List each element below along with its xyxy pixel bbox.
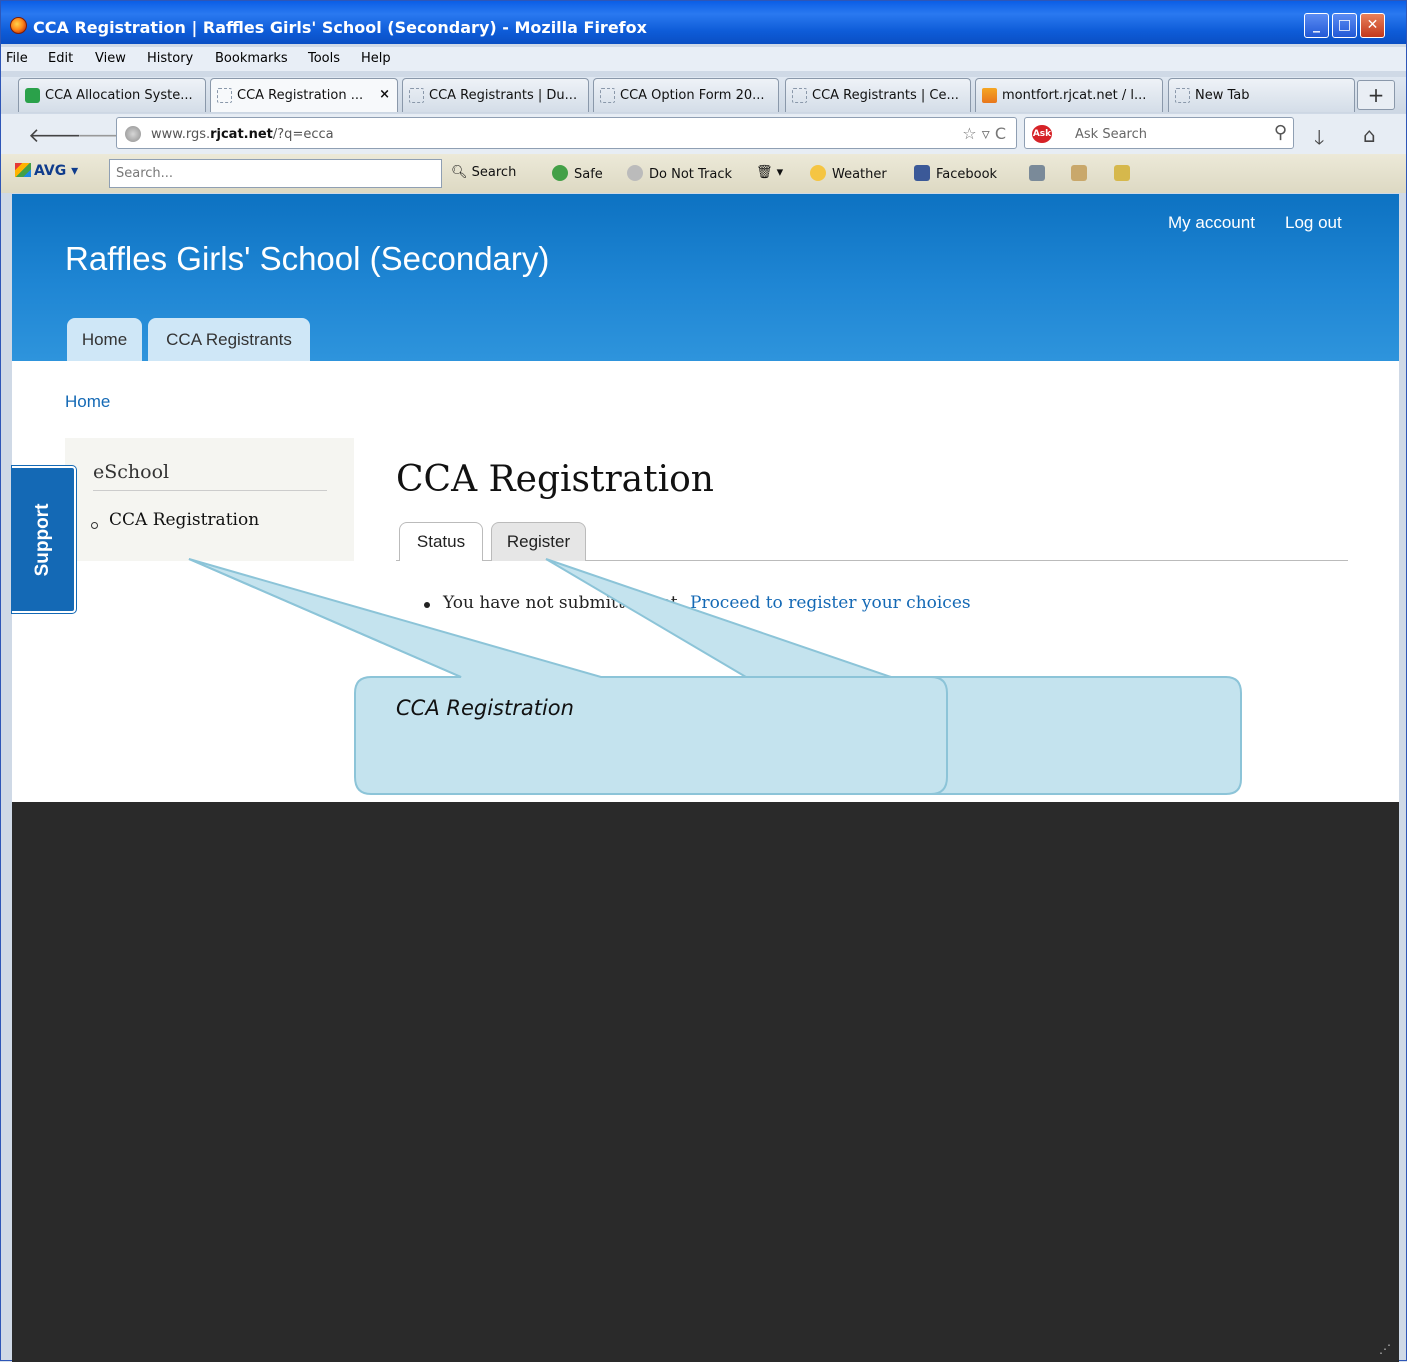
facebook-icon bbox=[914, 165, 930, 181]
download-icon[interactable]: 🡓 bbox=[1314, 123, 1324, 157]
dropdown-icon[interactable]: ▿ bbox=[982, 124, 990, 143]
weather-button[interactable]: Weather bbox=[810, 165, 887, 182]
log-out-link[interactable]: Log out bbox=[1285, 213, 1342, 233]
blank-page-icon bbox=[409, 88, 424, 103]
tab-close-icon[interactable]: × bbox=[379, 87, 390, 102]
blank-page-icon bbox=[600, 88, 615, 103]
proceed-link[interactable]: Proceed to register your choices bbox=[690, 593, 971, 613]
browser-tab[interactable]: montfort.rjcat.net / l... bbox=[975, 78, 1163, 112]
close-button[interactable]: ✕ bbox=[1360, 13, 1385, 38]
maximize-button[interactable]: □ bbox=[1332, 13, 1357, 38]
menu-view[interactable]: View bbox=[95, 51, 126, 66]
support-tab[interactable]: Support bbox=[12, 466, 76, 613]
firefox-icon bbox=[10, 17, 27, 34]
url-bar[interactable]: www.rgs.rjcat.net/?q=ecca ☆ ▿ C bbox=[116, 117, 1017, 149]
do-not-track-button[interactable]: Do Not Track bbox=[627, 165, 732, 182]
navigation-bar: 🡐 🡒 www.rgs.rjcat.net/?q=ecca ☆ ▿ C Ask … bbox=[1, 114, 1406, 154]
tab-label: CCA Registrants | Ce... bbox=[812, 88, 959, 103]
globe-icon bbox=[125, 126, 141, 142]
browser-tab[interactable]: New Tab bbox=[1168, 78, 1355, 112]
resize-grip-icon[interactable]: ⋰ bbox=[1379, 1342, 1391, 1356]
search-placeholder: Ask Search bbox=[1075, 127, 1147, 142]
main-content: Home eSchool CCA Registration CCA Regist… bbox=[12, 361, 1399, 802]
pma-icon bbox=[982, 88, 997, 103]
sidebar-block: eSchool CCA Registration bbox=[65, 438, 354, 561]
browser-tab[interactable]: CCA Allocation Syste... bbox=[18, 78, 206, 112]
tab-bar: CCA Allocation Syste... CCA Registration… bbox=[1, 77, 1406, 113]
status-message: You have not submitted yet. bbox=[443, 593, 683, 613]
callout-label: CCA Registration bbox=[396, 696, 574, 720]
menu-tools[interactable]: Tools bbox=[308, 51, 340, 66]
tab-status[interactable]: Status bbox=[399, 522, 483, 561]
new-tab-button[interactable]: + bbox=[1357, 80, 1395, 110]
tab-label: montfort.rjcat.net / l... bbox=[1002, 88, 1147, 103]
menu-bar: File Edit View History Bookmarks Tools H… bbox=[1, 47, 1406, 71]
tab-home[interactable]: Home bbox=[67, 318, 142, 361]
tab-label: CCA Registration ... bbox=[237, 88, 364, 103]
ask-logo-icon: Ask bbox=[1032, 125, 1052, 143]
browser-tab[interactable]: CCA Registrants | Ce... bbox=[785, 78, 971, 112]
weather-icon bbox=[810, 165, 826, 181]
star-icon[interactable]: ☆ bbox=[962, 124, 976, 143]
facebook-button[interactable]: Facebook bbox=[914, 165, 997, 182]
shield-icon bbox=[552, 165, 568, 181]
site-name[interactable]: Raffles Girls' School (Secondary) bbox=[65, 240, 549, 278]
blank-page-icon bbox=[1175, 88, 1190, 103]
avg-search-input[interactable]: Search... bbox=[109, 159, 442, 188]
ask-search-box[interactable]: Ask Ask Search ⚲ bbox=[1024, 117, 1294, 149]
safe-button[interactable]: Safe bbox=[552, 165, 603, 182]
page-viewport: Raffles Girls' School (Secondary) My acc… bbox=[12, 194, 1399, 1362]
site-header: Raffles Girls' School (Secondary) My acc… bbox=[12, 194, 1399, 361]
url-actions: ☆ ▿ C bbox=[962, 124, 1006, 143]
magnifier-icon: 🔍︎ bbox=[451, 165, 468, 180]
menu-bookmarks[interactable]: Bookmarks bbox=[215, 51, 288, 66]
menu-file[interactable]: File bbox=[6, 51, 28, 66]
snapshot-icon[interactable] bbox=[1114, 165, 1136, 182]
avg-toolbar: AVG ▾ Search... 🔍︎ Search Safe Do Not Tr… bbox=[1, 154, 1406, 193]
menu-help[interactable]: Help bbox=[361, 51, 391, 66]
tab-label: CCA Registrants | Du... bbox=[429, 88, 578, 103]
blank-page-icon bbox=[217, 88, 232, 103]
tab-label: CCA Option Form 20... bbox=[620, 88, 765, 103]
browser-tab[interactable]: CCA Option Form 20... bbox=[593, 78, 779, 112]
browser-window: CCA Registration | Raffles Girls' School… bbox=[0, 0, 1407, 1362]
avg-logo-icon bbox=[15, 163, 31, 177]
my-account-link[interactable]: My account bbox=[1168, 213, 1255, 233]
avg-search-button[interactable]: 🔍︎ Search bbox=[451, 165, 516, 180]
title-bar: CCA Registration | Raffles Girls' School… bbox=[1, 1, 1406, 44]
support-label: Support bbox=[32, 503, 53, 576]
divider bbox=[93, 490, 327, 491]
sidebar-item-cca-registration[interactable]: CCA Registration bbox=[109, 510, 259, 530]
bullet-icon bbox=[424, 602, 430, 608]
breadcrumb[interactable]: Home bbox=[65, 392, 110, 412]
tab-cca-registrants[interactable]: CCA Registrants bbox=[148, 318, 310, 361]
url-text: www.rgs.rjcat.net/?q=ecca bbox=[151, 127, 334, 142]
menu-edit[interactable]: Edit bbox=[48, 51, 73, 66]
browser-tab[interactable]: CCA Registrants | Du... bbox=[402, 78, 589, 112]
avg-logo[interactable]: AVG ▾ bbox=[15, 163, 78, 179]
trash-icon[interactable]: 🗑 ▾ bbox=[756, 165, 783, 180]
reload-icon[interactable]: C bbox=[995, 124, 1006, 143]
minimize-button[interactable]: _ bbox=[1304, 13, 1329, 38]
browser-tab-active[interactable]: CCA Registration ... × bbox=[210, 78, 398, 112]
bullet-icon bbox=[91, 522, 98, 529]
calculator-icon[interactable] bbox=[1029, 165, 1051, 182]
back-icon[interactable]: 🡐 bbox=[28, 123, 82, 147]
search-icon[interactable]: ⚲ bbox=[1274, 122, 1287, 143]
tab-register[interactable]: Register bbox=[491, 522, 586, 561]
page-title: CCA Registration bbox=[396, 459, 714, 500]
menu-history[interactable]: History bbox=[147, 51, 193, 66]
window-title: CCA Registration | Raffles Girls' School… bbox=[33, 18, 647, 37]
blank-page-icon bbox=[792, 88, 807, 103]
sidebar-title: eSchool bbox=[93, 461, 170, 483]
tab-label: New Tab bbox=[1195, 88, 1250, 103]
notepad-icon[interactable] bbox=[1071, 165, 1093, 182]
home-icon[interactable]: ⌂ bbox=[1363, 123, 1376, 147]
eye-icon bbox=[627, 165, 643, 181]
green-app-icon bbox=[25, 88, 40, 103]
tab-label: CCA Allocation Syste... bbox=[45, 88, 193, 103]
